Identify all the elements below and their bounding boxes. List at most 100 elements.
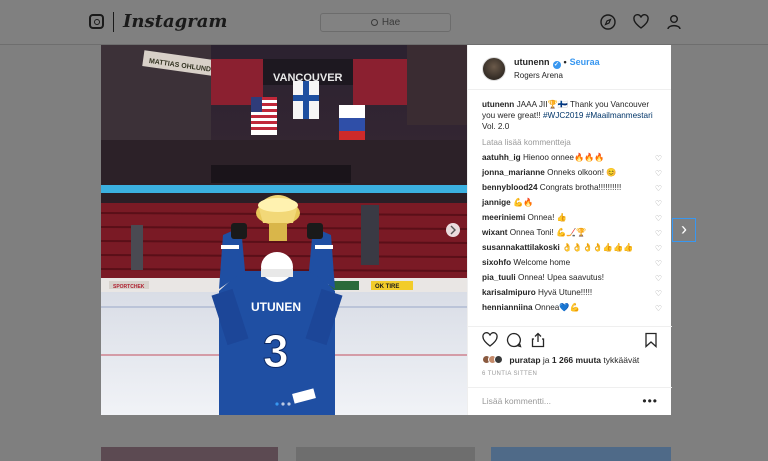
comment-item: bennyblood24 Congrats brotha!!!!!!!!!! ♡ [482, 182, 662, 193]
avatar[interactable] [482, 57, 506, 81]
heart-icon[interactable] [633, 14, 649, 30]
post-caption: utunenn JAAA JII🏆🇫🇮 Thank you Vancouver … [482, 99, 662, 132]
grid-thumbnail[interactable] [296, 447, 475, 461]
jersey-name: UTUNEN [251, 300, 301, 314]
comment-username[interactable]: jonna_marianne [482, 168, 545, 177]
add-comment-field[interactable]: Lisää kommentti... ••• [468, 387, 672, 415]
likes-username[interactable]: puratap [509, 355, 540, 365]
comment-username[interactable]: bennyblood24 [482, 183, 538, 192]
post-username[interactable]: utunenn [514, 57, 550, 67]
usa-flag [251, 97, 277, 135]
comment-like-heart-icon[interactable]: ♡ [655, 183, 662, 194]
add-comment-placeholder: Lisää kommentti... [482, 396, 551, 406]
load-more-comments-link[interactable]: Lataa lisää kommentteja [482, 137, 662, 148]
comment-like-heart-icon[interactable]: ♡ [655, 153, 662, 164]
profile-icon[interactable] [666, 14, 682, 30]
separator-dot: • [563, 57, 567, 67]
comment-username[interactable]: karisalmipuro [482, 288, 536, 297]
share-icon[interactable] [530, 332, 546, 348]
comment-text: Onnea💙💪 [534, 303, 580, 312]
instagram-logo[interactable]: Instagram [123, 11, 227, 32]
comment-text: Congrats brotha!!!!!!!!!! [539, 183, 622, 192]
liker-avatar [494, 355, 503, 364]
post-author-row: utunenn ✓ • Seuraa [514, 57, 600, 69]
comment-username[interactable]: susannakattilakoski [482, 243, 560, 252]
post-photo[interactable]: MATTIAS OHLUND VANCOUVER SPORTCHEK OK TI… [101, 45, 467, 415]
comment-like-heart-icon[interactable]: ♡ [655, 198, 662, 209]
comment-username[interactable]: hennianniina [482, 303, 533, 312]
carousel-next-button[interactable] [446, 223, 460, 237]
comment-username[interactable]: meeriniemi [482, 213, 525, 222]
board-oktire: OK TIRE [375, 284, 399, 290]
comment-like-heart-icon[interactable]: ♡ [655, 243, 662, 254]
logo-divider [113, 12, 114, 32]
likes-suffix: tykkäävät [601, 355, 640, 365]
search-icon [370, 19, 378, 26]
comment-item: jonna_marianne Onneks olkoon! 😊 ♡ [482, 167, 662, 178]
search-input[interactable]: Hae [320, 13, 451, 32]
comment-like-heart-icon[interactable]: ♡ [655, 303, 662, 314]
like-heart-icon[interactable] [482, 332, 498, 348]
search-placeholder: Hae [381, 17, 401, 28]
grid-thumbnail[interactable] [491, 447, 671, 461]
comment-item: sixohfo Welcome home ♡ [482, 257, 662, 268]
russia-flag [339, 105, 365, 144]
comment-username[interactable]: jannige [482, 198, 511, 207]
post-location[interactable]: Rogers Arena [514, 71, 563, 80]
comment-text: 💪🔥 [512, 198, 534, 207]
follow-button[interactable]: Seuraa [570, 57, 600, 67]
comment-like-heart-icon[interactable]: ♡ [655, 228, 662, 239]
carousel-dot[interactable] [287, 402, 291, 406]
instagram-camera-icon[interactable] [89, 14, 104, 29]
caption-tail: Vol. 2.0 [482, 122, 510, 131]
likes-join: ja [540, 355, 552, 365]
next-post-arrow-icon[interactable]: › [672, 218, 696, 242]
comment-text: Welcome home [513, 258, 571, 267]
comment-username[interactable]: sixohfo [482, 258, 511, 267]
likes-count[interactable]: 1 266 muuta [552, 355, 601, 365]
comment-like-heart-icon[interactable]: ♡ [655, 258, 662, 269]
comment-text: Onnea Toni! 💪🏒🏆 [509, 228, 587, 237]
comment-text: 👌👌👌👌👍👍👍 [562, 243, 634, 252]
comment-item: hennianniina Onnea💙💪 ♡ [482, 302, 662, 313]
post-modal: MATTIAS OHLUND VANCOUVER SPORTCHEK OK TI… [101, 45, 672, 415]
board-sportchek: SPORTCHEK [113, 284, 145, 290]
comment-item: susannakattilakoski 👌👌👌👌👍👍👍 ♡ [482, 242, 662, 253]
comment-like-heart-icon[interactable]: ♡ [655, 273, 662, 284]
comment-username[interactable]: wixant [482, 228, 507, 237]
comment-like-heart-icon[interactable]: ♡ [655, 213, 662, 224]
comment-item: karisalmipuro Hyvä Utune!!!!! ♡ [482, 287, 662, 298]
grid-thumbnail[interactable] [101, 447, 278, 461]
caption-hashtags[interactable]: #WJC2019 #Maailmanmestari [543, 111, 653, 120]
comment-item: jannige 💪🔥 ♡ [482, 197, 662, 208]
comment-bubble-icon[interactable] [506, 332, 522, 348]
jersey-number: 3 [263, 325, 289, 377]
post-timestamp[interactable]: 6 TUNTIA SITTEN [482, 371, 537, 377]
comment-username[interactable]: pia_tuuli [482, 273, 516, 282]
likes-summary: puratap ja 1 266 muuta tykkäävät [482, 355, 639, 365]
arena-photo: MATTIAS OHLUND VANCOUVER SPORTCHEK OK TI… [101, 45, 467, 415]
comment-like-heart-icon[interactable]: ♡ [655, 168, 662, 179]
comment-text: Onnea! 👍 [527, 213, 567, 222]
comment-text: Hienoo onnee🔥🔥🔥 [522, 153, 605, 162]
comment-text: Onneks olkoon! 😊 [547, 168, 617, 177]
carousel-dot[interactable] [275, 402, 279, 406]
finland-flag [293, 81, 319, 119]
comment-item: aatuhh_ig Hienoo onnee🔥🔥🔥 ♡ [482, 152, 662, 163]
comment-like-heart-icon[interactable]: ♡ [655, 288, 662, 299]
caption-username[interactable]: utunenn [482, 100, 514, 109]
post-header: utunenn ✓ • Seuraa Rogers Arena [468, 45, 671, 90]
comment-item: pia_tuuli Onnea! Upea saavutus! ♡ [482, 272, 662, 283]
carousel-dot[interactable] [281, 402, 285, 406]
post-actions: puratap ja 1 266 muuta tykkäävät 6 TUNTI… [468, 326, 672, 381]
verified-badge-icon: ✓ [552, 61, 561, 69]
top-navigation-bar: Instagram Hae [0, 0, 768, 45]
comment-item: meeriniemi Onnea! 👍 ♡ [482, 212, 662, 223]
bookmark-icon[interactable] [643, 332, 659, 348]
comment-item: wixant Onnea Toni! 💪🏒🏆 ♡ [482, 227, 662, 238]
compass-icon[interactable] [600, 14, 616, 30]
comment-text: Hyvä Utune!!!!! [537, 288, 593, 297]
comment-username[interactable]: aatuhh_ig [482, 153, 521, 162]
comment-text: Onnea! Upea saavutus! [517, 273, 604, 282]
more-options-icon[interactable]: ••• [642, 394, 658, 408]
